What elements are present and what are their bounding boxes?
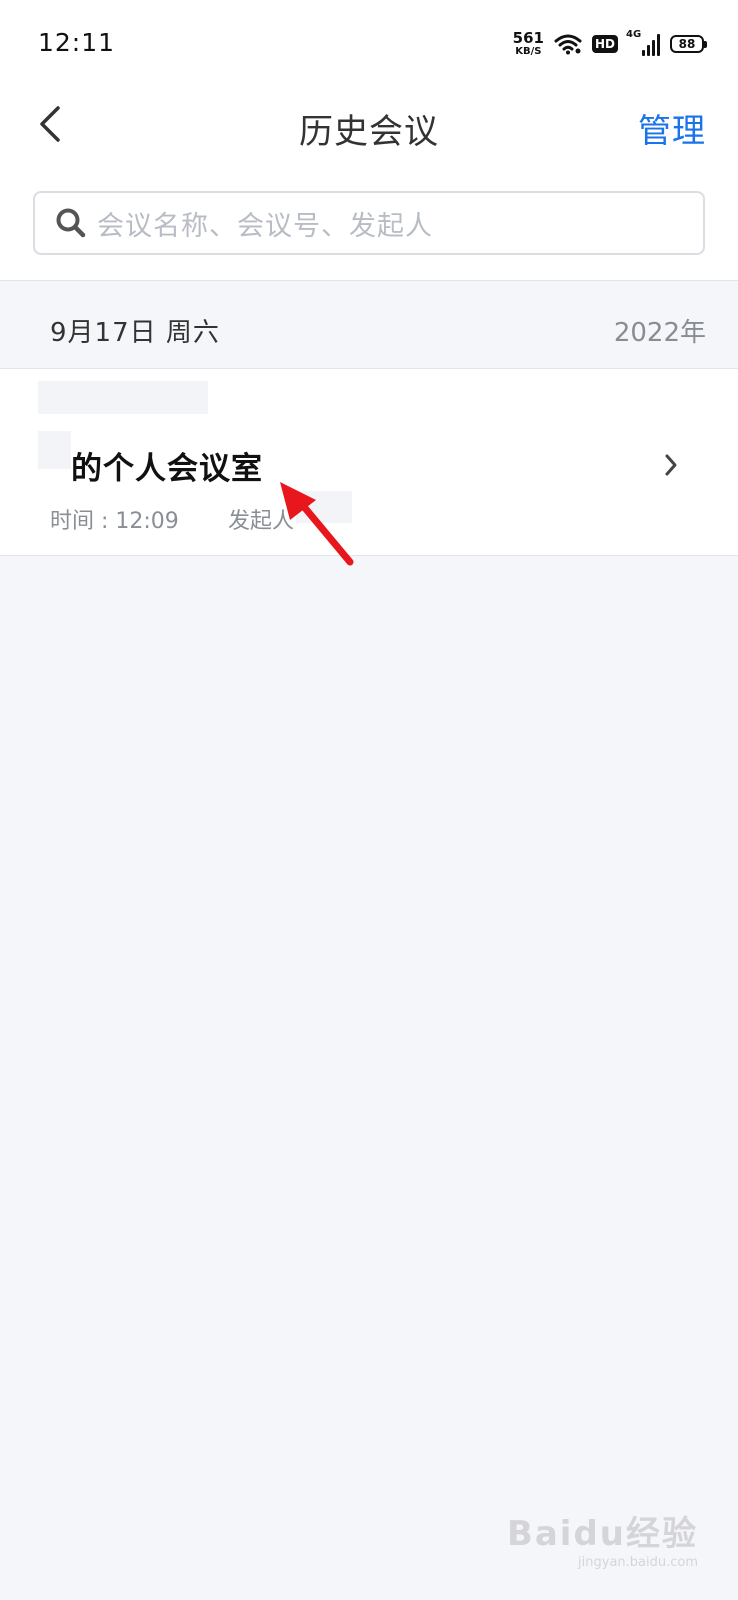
redacted-block xyxy=(38,381,208,414)
status-icons: 561 KB/S HD 4G 88 xyxy=(513,29,707,58)
signal-icon: 4G xyxy=(626,29,660,56)
network-type: 4G xyxy=(626,29,642,40)
watermark-url: jingyan.baidu.com xyxy=(578,1555,698,1570)
battery-icon: 88 xyxy=(670,35,707,53)
search-input[interactable]: 会议名称、会议号、发起人 xyxy=(33,191,705,255)
network-speed-value: 561 xyxy=(512,29,544,47)
section-year: 2022年 xyxy=(613,318,706,348)
network-speed-unit: KB/S xyxy=(515,46,542,57)
watermark-logo: Baidu经验 xyxy=(506,1514,698,1554)
meeting-time: 时间 : 12:09 xyxy=(50,509,179,534)
annotation-arrow-icon xyxy=(280,482,354,566)
section-date: 9月17日 周六 xyxy=(50,318,220,348)
page-title: 历史会议 xyxy=(299,112,439,152)
status-time: 12:11 xyxy=(38,28,116,57)
redacted-block xyxy=(38,431,71,469)
manage-button[interactable]: 管理 xyxy=(638,104,706,152)
meeting-title: 的个人会议室 xyxy=(71,451,263,487)
battery-level: 88 xyxy=(678,37,696,51)
chevron-right-icon xyxy=(665,454,677,476)
search-placeholder: 会议名称、会议号、发起人 xyxy=(97,210,433,242)
network-speed: 561 KB/S xyxy=(513,31,544,57)
hd-icon: HD xyxy=(591,35,618,53)
search-icon xyxy=(56,208,86,238)
watermark: Baidu经验 jingyan.baidu.com xyxy=(507,1506,698,1570)
wifi-icon xyxy=(554,34,582,55)
